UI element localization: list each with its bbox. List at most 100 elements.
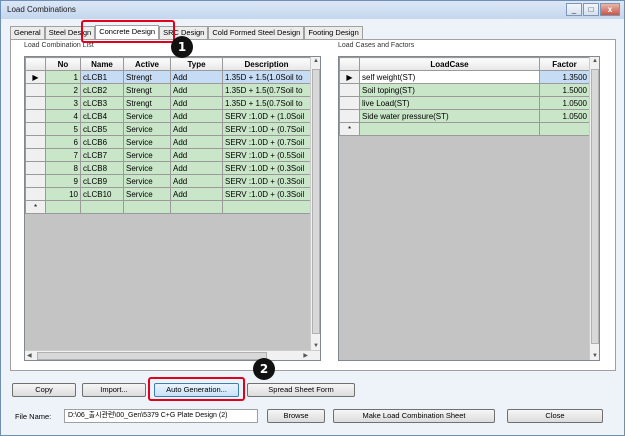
table-row[interactable]: 10 cLCB10 Service Add SERV :1.0D + (0.3Soil — [25, 187, 311, 201]
row-indicator[interactable] — [25, 109, 46, 123]
new-row-cell[interactable] — [222, 200, 311, 214]
table-row[interactable]: 9 cLCB9 Service Add SERV :1.0D + (0.3Soil — [25, 174, 311, 188]
row-indicator[interactable] — [25, 96, 46, 110]
cell-active[interactable]: Service — [123, 161, 171, 175]
table-row[interactable]: 6 cLCB6 Service Add SERV :1.0D + (0.7Soil — [25, 135, 311, 149]
combination-grid[interactable]: No Name Active Type Description ▶ 1 cLCB1 S… — [24, 56, 321, 361]
maximize-button[interactable]: □ — [583, 3, 599, 16]
cell-factor[interactable]: 1.0500 — [539, 96, 590, 110]
cell-active[interactable]: Service — [123, 174, 171, 188]
cell-type[interactable]: Add — [170, 148, 223, 162]
cell-no[interactable]: 3 — [45, 96, 81, 110]
cell-name[interactable]: cLCB3 — [80, 96, 124, 110]
cell-type[interactable]: Add — [170, 174, 223, 188]
cell-name[interactable]: cLCB2 — [80, 83, 124, 97]
cell-description[interactable]: SERV :1.0D + (0.3Soil — [222, 174, 311, 188]
row-indicator[interactable] — [25, 148, 46, 162]
table-row[interactable]: 4 cLCB4 Service Add SERV :1.0D + (1.0Soil — [25, 109, 311, 123]
col-header-no[interactable]: No — [45, 57, 81, 71]
cell-name[interactable]: cLCB5 — [80, 122, 124, 136]
cell-description[interactable]: SERV :1.0D + (0.7Soil — [222, 135, 311, 149]
new-row-cell[interactable] — [123, 200, 171, 214]
row-indicator[interactable] — [25, 174, 46, 188]
cell-factor[interactable]: 1.5000 — [539, 83, 590, 97]
new-row-cell[interactable] — [170, 200, 223, 214]
cell-no[interactable]: 10 — [45, 187, 81, 201]
cell-no[interactable]: 4 — [45, 109, 81, 123]
cell-name[interactable]: cLCB6 — [80, 135, 124, 149]
cell-factor[interactable]: 1.3500 — [539, 70, 590, 84]
row-indicator[interactable] — [25, 161, 46, 175]
cell-type[interactable]: Add — [170, 122, 223, 136]
cell-description[interactable]: 1.35D + 1.5(0.7Soil to — [222, 96, 311, 110]
cell-description[interactable]: SERV :1.0D + (0.7Soil — [222, 122, 311, 136]
browse-button[interactable]: Browse — [267, 409, 325, 423]
tab-general[interactable]: General — [10, 26, 45, 39]
row-indicator[interactable]: ▶ — [339, 70, 360, 84]
cell-active[interactable]: Service — [123, 148, 171, 162]
combo-vertical-scrollbar[interactable]: ▲ ▼ — [310, 57, 320, 350]
cell-active[interactable]: Service — [123, 122, 171, 136]
tab-footing-design[interactable]: Footing Design — [304, 26, 363, 39]
cell-no[interactable]: 8 — [45, 161, 81, 175]
row-indicator[interactable] — [25, 187, 46, 201]
table-row[interactable]: ▶ self weight(ST) 1.3500 — [339, 70, 590, 84]
col-header-factor[interactable]: Factor — [539, 57, 590, 71]
cell-type[interactable]: Add — [170, 161, 223, 175]
cell-type[interactable]: Add — [170, 96, 223, 110]
row-indicator[interactable] — [339, 109, 360, 123]
cases-vertical-scrollbar[interactable]: ▲ ▼ — [589, 57, 599, 360]
row-indicator[interactable] — [339, 96, 360, 110]
copy-button[interactable]: Copy — [12, 383, 76, 397]
cell-type[interactable]: Add — [170, 187, 223, 201]
cell-name[interactable]: cLCB1 — [80, 70, 124, 84]
table-row[interactable]: 2 cLCB2 Strengt Add 1.35D + 1.5(0.7Soil to — [25, 83, 311, 97]
row-indicator[interactable] — [339, 83, 360, 97]
combo-hscroll-thumb[interactable] — [37, 352, 267, 360]
col-header-name[interactable]: Name — [80, 57, 124, 71]
cell-loadcase[interactable]: Side water pressure(ST) — [359, 109, 540, 123]
cell-type[interactable]: Add — [170, 135, 223, 149]
cell-factor[interactable]: 1.0500 — [539, 109, 590, 123]
table-row[interactable]: live Load(ST) 1.0500 — [339, 96, 590, 110]
file-name-field[interactable]: D:\06_출시관련\00_Gen\5379 C+G Plate Design … — [64, 409, 258, 423]
cell-active[interactable]: Strengt — [123, 70, 171, 84]
cell-no[interactable]: 9 — [45, 174, 81, 188]
table-row[interactable]: 8 cLCB8 Service Add SERV :1.0D + (0.3Soil — [25, 161, 311, 175]
new-row-cell[interactable] — [539, 122, 590, 136]
cell-active[interactable]: Service — [123, 109, 171, 123]
table-row[interactable]: Side water pressure(ST) 1.0500 — [339, 109, 590, 123]
table-row[interactable]: ▶ 1 cLCB1 Strengt Add 1.35D + 1.5(1.0Soil to — [25, 70, 311, 84]
cell-active[interactable]: Strengt — [123, 83, 171, 97]
minimize-button[interactable]: _ — [566, 3, 582, 16]
new-row-cell[interactable] — [80, 200, 124, 214]
cell-no[interactable]: 5 — [45, 122, 81, 136]
cell-type[interactable]: Add — [170, 109, 223, 123]
new-row-marker[interactable]: * — [339, 122, 360, 136]
cell-active[interactable]: Strengt — [123, 96, 171, 110]
new-row-marker[interactable]: * — [25, 200, 46, 214]
new-row-cell[interactable] — [359, 122, 540, 136]
close-window-button[interactable]: x — [600, 3, 620, 16]
cell-type[interactable]: Add — [170, 70, 223, 84]
make-load-combination-sheet-button[interactable]: Make Load Combination Sheet — [333, 409, 495, 423]
cell-name[interactable]: cLCB4 — [80, 109, 124, 123]
cell-description[interactable]: SERV :1.0D + (0.3Soil — [222, 161, 311, 175]
new-row[interactable]: * — [339, 122, 590, 136]
cell-loadcase[interactable]: Soil toping(ST) — [359, 83, 540, 97]
cases-vscroll-thumb[interactable] — [591, 69, 599, 344]
cell-description[interactable]: SERV :1.0D + (1.0Soil — [222, 109, 311, 123]
cell-loadcase[interactable]: live Load(ST) — [359, 96, 540, 110]
cell-no[interactable]: 7 — [45, 148, 81, 162]
cell-no[interactable]: 6 — [45, 135, 81, 149]
import-button[interactable]: Import... — [82, 383, 146, 397]
col-header-loadcase[interactable]: LoadCase — [359, 57, 540, 71]
cell-no[interactable]: 1 — [45, 70, 81, 84]
cell-name[interactable]: cLCB7 — [80, 148, 124, 162]
new-row-cell[interactable] — [45, 200, 81, 214]
close-button[interactable]: Close — [507, 409, 603, 423]
table-row[interactable]: Soil toping(ST) 1.5000 — [339, 83, 590, 97]
col-header-description[interactable]: Description — [222, 57, 311, 71]
table-row[interactable]: 5 cLCB5 Service Add SERV :1.0D + (0.7Soil — [25, 122, 311, 136]
cell-no[interactable]: 2 — [45, 83, 81, 97]
